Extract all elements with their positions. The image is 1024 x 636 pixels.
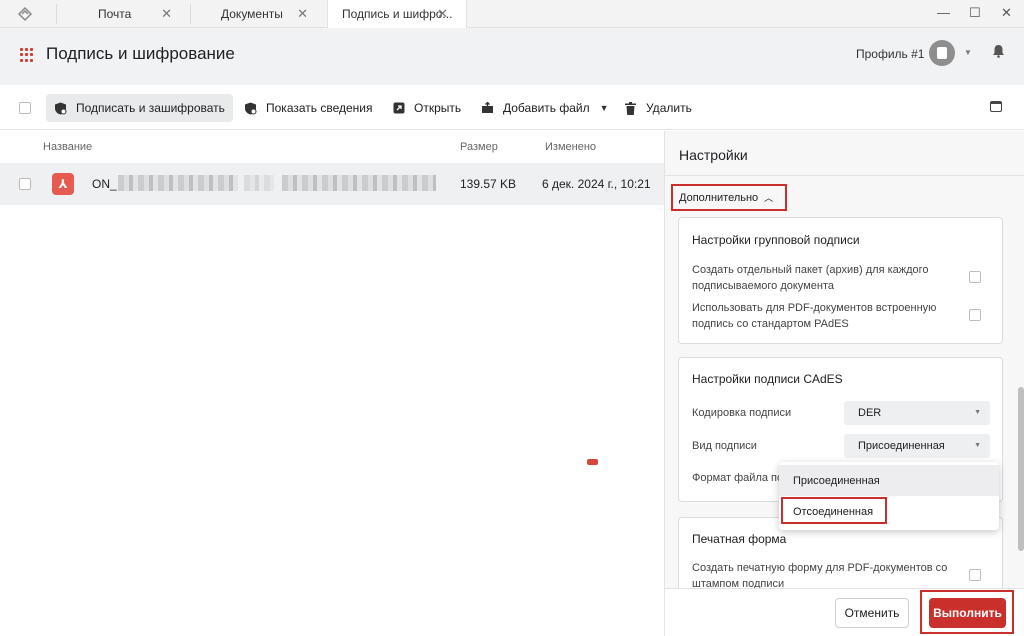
scrollbar[interactable] (1018, 387, 1024, 551)
cursor-marker (587, 459, 598, 465)
info-shield-icon (244, 102, 257, 115)
bell-icon[interactable] (992, 44, 1005, 58)
window-tab-label: Документы (221, 7, 283, 21)
encoding-value: DER (858, 407, 882, 419)
print-form-checkbox[interactable] (969, 569, 981, 581)
advanced-toggle-label: Дополнительно (679, 191, 759, 204)
add-file-button[interactable]: Добавить файл ▼ (473, 94, 617, 122)
sign-encrypt-label: Подписать и зашифровать (76, 101, 225, 115)
settings-title: Настройки (679, 147, 748, 163)
redacted-filename (244, 175, 274, 191)
chevron-down-icon[interactable]: ▼ (600, 103, 609, 113)
minimize-icon[interactable]: — (937, 5, 950, 20)
page-title: Подпись и шифрование (46, 44, 235, 63)
type-label: Вид подписи (692, 440, 757, 452)
card-title: Настройки подписи CAdES (692, 372, 843, 386)
row-checkbox[interactable] (19, 178, 31, 190)
window-tab-documents[interactable]: Документы ✕ (191, 0, 326, 28)
chevron-down-icon: ▼ (974, 409, 981, 416)
close-icon[interactable]: ✕ (437, 6, 448, 22)
sign-encrypt-button[interactable]: Подписать и зашифровать (46, 94, 233, 122)
window-tab-label: Почта (98, 7, 132, 21)
window-tab-bar: Почта ✕ Документы ✕ Подпись и шифро... ✕… (0, 0, 1024, 28)
menu-item-label: Присоединенная (793, 474, 880, 487)
card-title: Печатная форма (692, 532, 787, 546)
add-file-icon (481, 102, 494, 115)
app-logo-icon (17, 6, 33, 22)
delete-button[interactable]: Удалить (616, 94, 700, 122)
column-header-modified[interactable]: Изменено (545, 141, 596, 153)
column-header-name[interactable]: Название (43, 141, 92, 153)
sign-shield-icon (54, 102, 67, 115)
redacted-filename (282, 175, 436, 191)
option-archive-checkbox[interactable] (969, 271, 981, 283)
option-archive-label: Создать отдельный пакет (архив) для кажд… (692, 264, 929, 292)
chevron-down-icon: ▼ (974, 442, 981, 449)
apps-grid-icon[interactable] (20, 48, 34, 62)
file-table-header: Название Размер Изменено (0, 131, 664, 163)
window-close-icon[interactable]: ✕ (1001, 5, 1012, 21)
highlight-frame (781, 497, 887, 524)
encoding-select[interactable]: DER ▼ (844, 401, 990, 425)
delete-label: Удалить (646, 101, 692, 115)
encoding-label: Кодировка подписи (692, 407, 792, 419)
format-label: Формат файла по (692, 472, 784, 484)
pdf-file-icon: ⅄ (52, 173, 74, 195)
card-title: Настройки групповой подписи (692, 233, 860, 247)
group-signature-card: Настройки групповой подписи Создать отде… (678, 217, 1003, 344)
open-external-icon (392, 102, 405, 115)
window-tab-signature[interactable]: Подпись и шифро... ✕ (327, 0, 467, 28)
advanced-toggle[interactable]: Дополнительно ︿ (671, 184, 787, 211)
run-button[interactable]: Выполнить (929, 598, 1006, 628)
option-pades-checkbox[interactable] (969, 309, 981, 321)
select-all-checkbox[interactable] (19, 102, 31, 114)
column-header-size[interactable]: Размер (460, 141, 498, 153)
redacted-filename (118, 175, 238, 191)
close-icon[interactable]: ✕ (161, 6, 172, 22)
toolbar: Подписать и зашифровать Показать сведени… (0, 85, 1024, 130)
window-tab-mail[interactable]: Почта ✕ (56, 0, 190, 28)
signature-type-value: Присоединенная (858, 440, 945, 452)
panel-toggle-icon[interactable] (990, 101, 1002, 112)
cancel-button[interactable]: Отменить (835, 598, 909, 628)
file-modified: 6 дек. 2024 г., 10:21 (542, 177, 651, 191)
settings-panel: Настройки Дополнительно ︿ Настройки груп… (664, 131, 1024, 636)
close-icon[interactable]: ✕ (297, 6, 308, 22)
show-info-label: Показать сведения (266, 101, 373, 115)
app-header: Подпись и шифрование Профиль #1 ▼ (0, 28, 1024, 85)
table-row[interactable]: ⅄ ON_ 139.57 KB 6 дек. 2024 г., 10:21 (0, 163, 664, 205)
trash-icon (624, 101, 637, 115)
menu-item-attached[interactable]: Присоединенная (779, 465, 999, 496)
maximize-icon[interactable]: ☐ (969, 5, 981, 21)
chevron-down-icon[interactable]: ▼ (964, 48, 972, 57)
open-button[interactable]: Открыть (384, 94, 469, 122)
file-size: 139.57 KB (460, 177, 517, 191)
show-info-button[interactable]: Показать сведения (236, 94, 381, 122)
run-label: Выполнить (933, 606, 1002, 620)
open-label: Открыть (414, 101, 462, 115)
document-icon (937, 47, 947, 59)
window-tab-label: Подпись и шифро... (342, 7, 453, 21)
add-file-label: Добавить файл (503, 101, 590, 115)
option-pades-label: Использовать для PDF-документов встроенн… (692, 302, 937, 330)
cancel-label: Отменить (844, 606, 900, 620)
chevron-up-icon: ︿ (764, 193, 774, 203)
file-name: ON_ (92, 177, 117, 191)
signature-type-select[interactable]: Присоединенная ▼ (844, 434, 990, 458)
profile-name[interactable]: Профиль #1 (856, 47, 924, 61)
divider (665, 175, 1024, 176)
avatar[interactable] (929, 40, 955, 66)
